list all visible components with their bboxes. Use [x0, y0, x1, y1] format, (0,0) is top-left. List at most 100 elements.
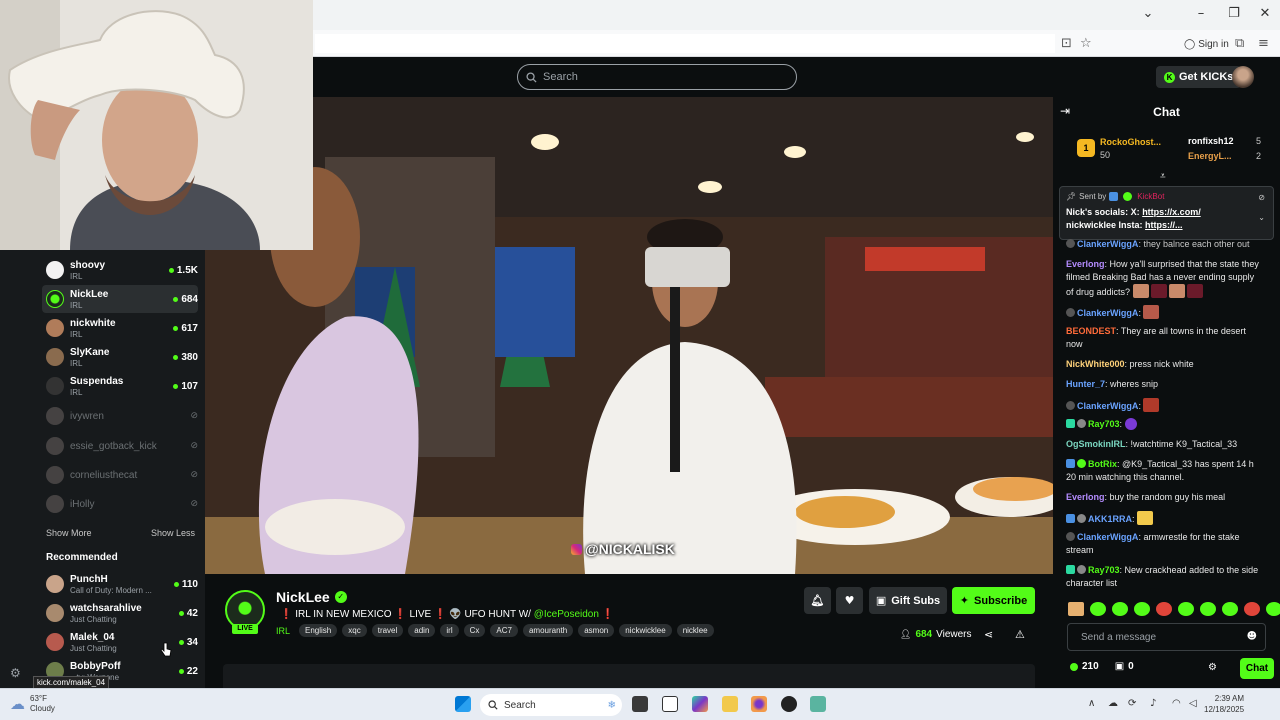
bookmark-star-icon[interactable]: ☆ — [1080, 36, 1092, 51]
close-icon[interactable]: ✕ — [1255, 6, 1275, 21]
emote-icon[interactable] — [1112, 602, 1128, 616]
extensions-icon[interactable]: ⧉ — [1235, 36, 1244, 51]
emote-icon[interactable] — [1266, 602, 1280, 616]
tag[interactable]: travel — [371, 624, 404, 637]
chat-username[interactable]: BEONDEST — [1066, 326, 1116, 336]
subscribe-button[interactable]: ✦ Subscribe — [952, 587, 1035, 614]
sidebar-item-slykane[interactable]: SlyKane IRL 380 — [42, 343, 198, 371]
leader-name[interactable]: EnergyL... — [1188, 151, 1232, 161]
notepad-icon[interactable] — [662, 696, 678, 712]
get-kicks-button[interactable]: K Get KICKs — [1156, 66, 1242, 88]
chat-username[interactable]: ClankerWiggA — [1077, 308, 1138, 318]
kicks-balance[interactable]: 210 — [1082, 661, 1099, 672]
tag[interactable]: amouranth — [522, 624, 574, 637]
tag[interactable]: asmon — [578, 624, 615, 637]
tag[interactable]: adin — [408, 624, 436, 637]
follow-heart-button[interactable]: ♥ — [836, 587, 863, 614]
sidebar-item-punchh[interactable]: PunchH Call of Duty: Modern ... 110 — [42, 570, 198, 598]
menu-icon[interactable]: ≡ — [1258, 36, 1269, 51]
gift-count[interactable]: 0 — [1128, 661, 1134, 672]
sidebar-item-corneliusthecat[interactable]: corneliusthecat ⊘ — [42, 461, 198, 489]
start-icon[interactable] — [455, 696, 471, 712]
copilot-icon[interactable] — [692, 696, 708, 712]
sidebar-item-suspendas[interactable]: Suspendas IRL 107 — [42, 372, 198, 400]
chat-send-button[interactable]: Chat — [1240, 658, 1274, 679]
tab-list-icon[interactable]: ⌄ — [1138, 6, 1158, 21]
microphone-icon[interactable]: ♪ — [1150, 698, 1156, 709]
chat-username[interactable]: ClankerWiggA — [1077, 532, 1138, 542]
chat-username[interactable]: Everlong — [1066, 492, 1105, 502]
expand-leaderboard-icon[interactable]: ⩡ — [1160, 171, 1166, 182]
sidebar-item-malek-04[interactable]: Malek_04 Just Chatting 34 — [42, 628, 198, 656]
tray-app-icon[interactable]: ☁ — [1108, 698, 1118, 709]
settings-gear-icon[interactable]: ⚙ — [10, 666, 21, 680]
sidebar-item-nickwhite[interactable]: nickwhite IRL 617 — [42, 314, 198, 342]
unpin-icon[interactable]: ⊘ — [1258, 193, 1265, 202]
tray-chevron-icon[interactable]: ∧ — [1088, 698, 1095, 709]
chat-username[interactable]: ClankerWiggA — [1077, 401, 1138, 411]
expand-pinned-icon[interactable]: ⌄ — [1258, 213, 1265, 222]
leader-name[interactable]: RockoGhost... — [1100, 137, 1161, 147]
volume-icon[interactable]: ◁ — [1189, 698, 1197, 709]
user-avatar[interactable] — [1232, 66, 1254, 88]
install-app-icon[interactable]: ⊡ — [1061, 36, 1072, 51]
sidebar-item-watchsarahlive[interactable]: watchsarahlive Just Chatting 42 — [42, 599, 198, 627]
chat-username[interactable]: Hunter_7 — [1066, 379, 1105, 389]
emote-icon[interactable] — [1068, 602, 1084, 616]
emoji-picker-icon[interactable]: ☻ — [1247, 631, 1257, 642]
taskbar-search[interactable]: Search ❄ — [480, 694, 622, 716]
maximize-icon[interactable]: ❐ — [1224, 6, 1244, 21]
chat-username[interactable]: Ray703 — [1088, 419, 1120, 429]
chat-username[interactable]: Ray703 — [1088, 565, 1120, 575]
minimize-icon[interactable]: – — [1191, 6, 1211, 21]
task-view-icon[interactable] — [632, 696, 648, 712]
chat-settings-icon[interactable]: ⚙ — [1208, 662, 1217, 673]
sidebar-item-iholly[interactable]: iHolly ⊘ — [42, 490, 198, 518]
emote-icon[interactable] — [1134, 602, 1150, 616]
tag[interactable]: Cx — [463, 624, 486, 637]
chat-message-input[interactable]: Send a message ☻ — [1067, 623, 1266, 651]
tag[interactable]: AC7 — [490, 624, 518, 637]
sidebar-item-shoovy[interactable]: shoovy IRL 1.5K — [42, 256, 198, 284]
gift-subs-button[interactable]: ▣ Gift Subs — [869, 587, 947, 614]
report-icon[interactable]: ⚠ — [1015, 628, 1025, 641]
app-icon[interactable] — [810, 696, 826, 712]
emote-icon[interactable] — [1244, 602, 1260, 616]
tag[interactable]: xqc — [342, 624, 367, 637]
emote-icon[interactable] — [1090, 602, 1106, 616]
weather-widget[interactable]: ☁ 63°F Cloudy — [10, 694, 55, 714]
tag[interactable]: English — [299, 624, 338, 637]
notification-bell-button[interactable]: 🔔︎ — [804, 587, 831, 614]
search-input[interactable]: Search — [517, 64, 797, 90]
chat-username[interactable]: BotRix — [1088, 459, 1117, 469]
sign-in-button[interactable]: ◯ Sign in — [1178, 35, 1235, 53]
emote-icon[interactable] — [1200, 602, 1216, 616]
sidebar-item-nicklee[interactable]: NickLee IRL 684 — [42, 285, 198, 313]
address-bar[interactable] — [315, 34, 1055, 53]
chat-username[interactable]: AKK1RRA — [1088, 514, 1132, 524]
tag[interactable]: nickwicklee — [619, 624, 672, 637]
tag[interactable]: irl — [440, 624, 459, 637]
pinned-link[interactable]: https://x.com/ — [1142, 207, 1201, 217]
chat-username[interactable]: OgSmokinIRL — [1066, 439, 1126, 449]
wifi-icon[interactable]: ◠ — [1172, 698, 1181, 709]
sidebar-item-essie-gotback-kick[interactable]: essie_gotback_kick ⊘ — [42, 432, 198, 460]
tag[interactable]: nicklee — [676, 624, 714, 637]
show-more-button[interactable]: Show More — [46, 528, 92, 538]
file-explorer-icon[interactable] — [722, 696, 738, 712]
tray-sync-icon[interactable]: ⟳ — [1128, 698, 1136, 709]
chat-username[interactable]: NickWhite000 — [1066, 359, 1125, 369]
streamer-name[interactable]: NickLee ✓ — [276, 589, 347, 605]
sidebar-item-ivywren[interactable]: ivywren ⊘ — [42, 402, 198, 430]
chat-username[interactable]: Everlong — [1066, 259, 1105, 269]
pinned-link[interactable]: https://... — [1145, 220, 1183, 230]
emote-icon[interactable] — [1222, 602, 1238, 616]
leader-name[interactable]: ronfixsh12 — [1188, 136, 1234, 146]
firefox-icon[interactable] — [751, 696, 767, 712]
category-link[interactable]: IRL — [276, 626, 290, 636]
show-less-button[interactable]: Show Less — [151, 528, 195, 538]
stream-title-mention[interactable]: @IcePoseidon — [534, 609, 599, 620]
clock[interactable]: 2:39 AM 12/18/2025 — [1204, 693, 1244, 715]
pinned-bot-name[interactable]: KickBot — [1137, 192, 1164, 201]
emote-icon[interactable] — [1178, 602, 1194, 616]
